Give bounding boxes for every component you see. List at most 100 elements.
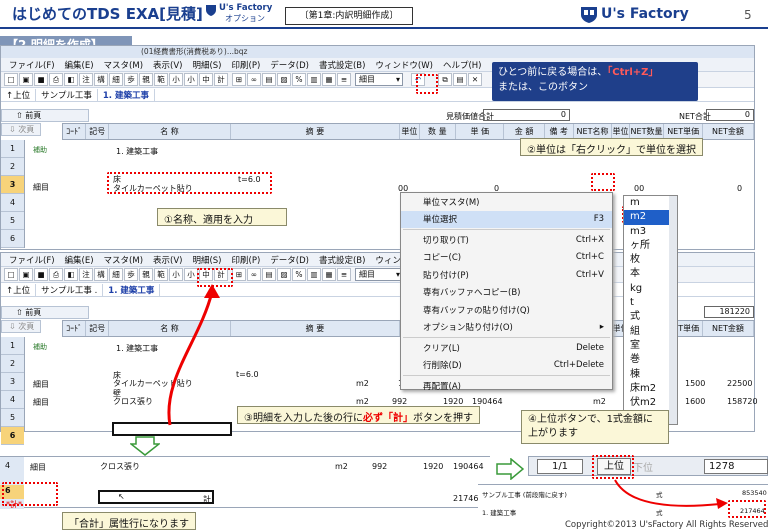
row-num[interactable]: 3 xyxy=(1,373,24,391)
prev-page-button[interactable]: ⇧ 前頁 xyxy=(1,109,89,122)
menu-view[interactable]: 表示(V) xyxy=(148,254,187,266)
copy-icon[interactable]: ⧉ xyxy=(438,73,452,86)
row4-unit: m2 xyxy=(356,397,369,406)
save-icon[interactable]: ■ xyxy=(34,268,48,281)
binoculars-icon[interactable]: ∞ xyxy=(247,73,261,86)
tb-structure[interactable]: 構 xyxy=(94,73,108,86)
row-num[interactable]: 2 xyxy=(1,355,24,373)
tb-small-b[interactable]: 小 xyxy=(184,73,198,86)
unit-list-scrollbar[interactable] xyxy=(669,196,677,424)
menu-format[interactable]: 書式設定(B) xyxy=(314,254,370,266)
menu-copy[interactable]: コピー(C) Ctrl+C xyxy=(401,249,612,267)
binoculars-icon[interactable]: ∞ xyxy=(247,268,261,281)
row-num[interactable]: 6 xyxy=(1,427,24,445)
menu-view[interactable]: 表示(V) xyxy=(148,59,187,71)
tb-parent[interactable]: 親 xyxy=(139,268,153,281)
tab-sample-project[interactable]: サンプル工事 xyxy=(36,88,98,101)
tb-middle[interactable]: 中 xyxy=(199,73,213,86)
chart-icon[interactable]: ▥ xyxy=(307,268,321,281)
menu-delete-row[interactable]: 行削除(D) Ctrl+Delete xyxy=(401,357,612,375)
preview-icon[interactable]: ◧ xyxy=(64,73,78,86)
next-page-button[interactable]: ⇩ 次頁 xyxy=(1,123,41,136)
image-icon[interactable]: ▨ xyxy=(277,73,291,86)
row-num[interactable]: 6 xyxy=(1,230,24,248)
menu-print[interactable]: 印刷(P) xyxy=(227,59,266,71)
new-file-icon[interactable]: □ xyxy=(4,73,18,86)
menu-buffer-copy[interactable]: 専有バッファへコピー(B) xyxy=(401,284,612,302)
image-icon[interactable]: ▨ xyxy=(277,268,291,281)
menu-file[interactable]: ファイル(F) xyxy=(4,59,60,71)
row-num[interactable]: 1 xyxy=(1,337,24,355)
menu-edit[interactable]: 編集(E) xyxy=(60,59,99,71)
grid-icon[interactable]: ⊞ xyxy=(232,73,246,86)
next-page-button[interactable]: ⇩ 次頁 xyxy=(1,320,41,333)
row-num[interactable]: 5 xyxy=(1,212,24,230)
tb-note[interactable]: 注 xyxy=(79,73,93,86)
menu-master[interactable]: マスタ(M) xyxy=(99,59,148,71)
menu-unit-master[interactable]: 単位マスタ(M) xyxy=(401,193,612,211)
chart-icon[interactable]: ▥ xyxy=(307,73,321,86)
new-file-icon[interactable]: □ xyxy=(4,268,18,281)
grid-icon[interactable]: ⊞ xyxy=(232,268,246,281)
list-icon[interactable]: ≡ xyxy=(337,73,351,86)
up-level-tab[interactable]: ↑上位 xyxy=(1,88,37,101)
tb-small-a[interactable]: 小 xyxy=(169,73,183,86)
menu-paste[interactable]: 貼り付け(P) Ctrl+V xyxy=(401,266,612,284)
tb-detail[interactable]: 細 xyxy=(109,73,123,86)
percent-icon[interactable]: % xyxy=(292,268,306,281)
tb-total[interactable]: 計 xyxy=(214,73,228,86)
menu-edit[interactable]: 編集(E) xyxy=(60,254,99,266)
tab-building-work[interactable]: 1. 建築工事 xyxy=(98,88,155,101)
prev-page-button[interactable]: ⇧ 前頁 xyxy=(1,306,89,319)
tb-detail[interactable]: 細 xyxy=(109,268,123,281)
tb-note[interactable]: 注 xyxy=(79,268,93,281)
menu-clear[interactable]: クリア(L) Delete xyxy=(401,339,612,357)
menu-cut[interactable]: 切り取り(T) Ctrl+X xyxy=(401,231,612,249)
tab-building-work[interactable]: 1. 建築工事 xyxy=(103,283,161,296)
row-num[interactable]: 4 xyxy=(1,391,24,409)
menu-option-paste[interactable]: オプション貼り付け(O) ▸ xyxy=(401,319,612,337)
row-num[interactable]: 1 xyxy=(1,140,24,158)
level-select[interactable]: 細目 ▾ xyxy=(355,73,403,86)
print-icon[interactable]: ⎙ xyxy=(49,268,63,281)
up-level-tab[interactable]: ↑上位 xyxy=(1,283,37,296)
paste-icon[interactable]: ▤ xyxy=(453,73,467,86)
open-folder-icon[interactable]: ▣ xyxy=(19,268,33,281)
tb-range[interactable]: 範 xyxy=(154,73,168,86)
level-select[interactable]: 細目 ▾ xyxy=(355,268,403,281)
table-icon[interactable]: ▤ xyxy=(262,73,276,86)
row-num[interactable]: 4 xyxy=(1,194,24,212)
menu-detail[interactable]: 明細(S) xyxy=(187,254,226,266)
menu-rearrange[interactable]: 再配置(A) xyxy=(401,377,612,395)
row-num[interactable]: 2 xyxy=(1,158,24,176)
tb-step[interactable]: 歩 xyxy=(124,268,138,281)
menu-window[interactable]: ウィンドウ(W) xyxy=(370,59,438,71)
tb-structure[interactable]: 構 xyxy=(94,268,108,281)
row-num[interactable]: 5 xyxy=(1,409,24,427)
menu-file[interactable]: ファイル(F) xyxy=(4,254,60,266)
menu-data[interactable]: データ(D) xyxy=(265,254,314,266)
calc-icon[interactable]: ▦ xyxy=(322,268,336,281)
print-icon[interactable]: ⎙ xyxy=(49,73,63,86)
calc-icon[interactable]: ▦ xyxy=(322,73,336,86)
menu-detail[interactable]: 明細(S) xyxy=(187,59,226,71)
delete-icon[interactable]: ✕ xyxy=(468,73,482,86)
menu-help[interactable]: ヘルプ(H) xyxy=(438,59,487,71)
row-num[interactable]: 3 xyxy=(1,176,24,194)
tab-sample-project[interactable]: サンプル工事 . xyxy=(36,283,104,296)
open-folder-icon[interactable]: ▣ xyxy=(19,73,33,86)
tb-step[interactable]: 歩 xyxy=(124,73,138,86)
menu-master[interactable]: マスタ(M) xyxy=(99,254,148,266)
menu-print[interactable]: 印刷(P) xyxy=(227,254,266,266)
menu-unit-select[interactable]: 単位選択 F3 xyxy=(401,210,612,228)
menu-data[interactable]: データ(D) xyxy=(265,59,314,71)
menu-buffer-paste[interactable]: 専有バッファの貼り付け(Q) xyxy=(401,301,612,319)
percent-icon[interactable]: % xyxy=(292,73,306,86)
preview-icon[interactable]: ◧ xyxy=(64,268,78,281)
list-icon[interactable]: ≡ xyxy=(337,268,351,281)
tb-parent[interactable]: 親 xyxy=(139,73,153,86)
save-icon[interactable]: ■ xyxy=(34,73,48,86)
down-level-button[interactable]: 下位 xyxy=(633,459,653,474)
table-icon[interactable]: ▤ xyxy=(262,268,276,281)
menu-format[interactable]: 書式設定(B) xyxy=(314,59,370,71)
